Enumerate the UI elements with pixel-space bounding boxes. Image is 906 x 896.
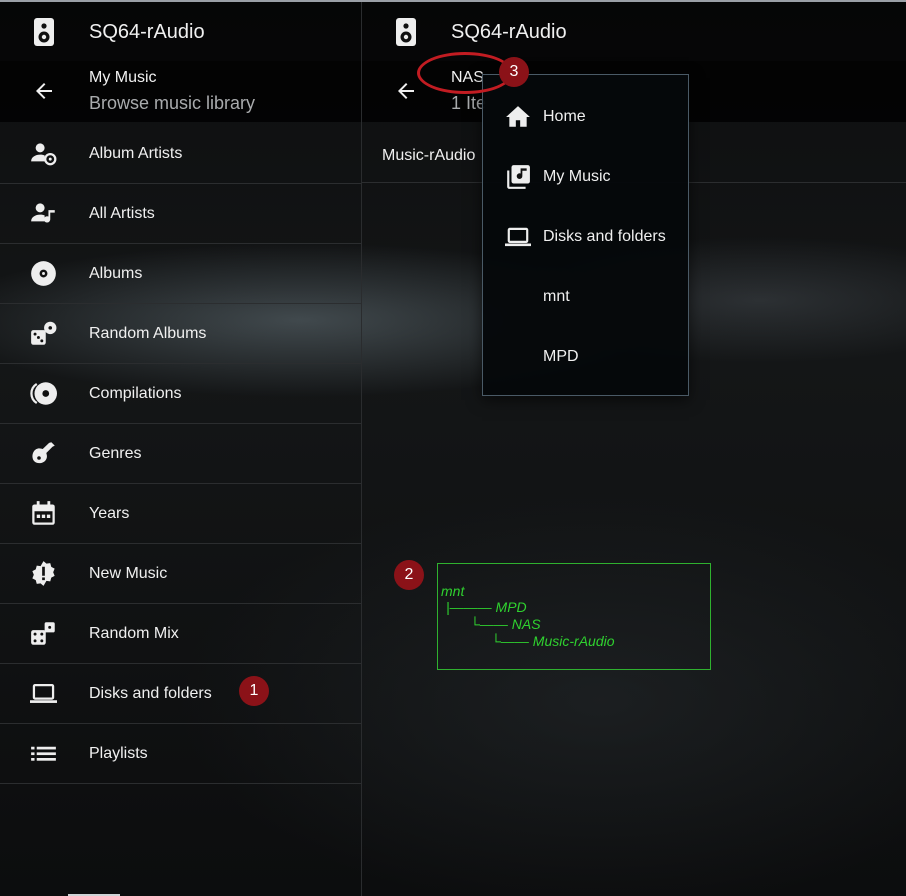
library-item-years[interactable]: Years <box>0 484 361 544</box>
left-titlebar: SQ64-rAudio <box>0 2 361 61</box>
library-item-random-mix[interactable]: Random Mix <box>0 604 361 664</box>
tree-line-mpd: |——— MPD <box>446 599 527 615</box>
annotation-badge-3: 3 <box>499 57 529 87</box>
tree-line-mnt: mnt <box>441 583 465 599</box>
library-item-label: All Artists <box>89 205 155 222</box>
menu-item-label: mnt <box>543 288 570 305</box>
path-dropdown-menu: Home My Music Disks and folders mnt MPD <box>482 74 689 396</box>
new-badge-icon <box>32 561 55 586</box>
menu-item-mnt[interactable]: mnt <box>483 267 688 327</box>
home-icon <box>506 106 530 127</box>
app-title: SQ64-rAudio <box>89 21 205 43</box>
library-item-label: Genres <box>89 445 142 462</box>
back-arrow-icon[interactable] <box>393 79 419 103</box>
tree-line-nas: └—— NAS <box>470 616 541 632</box>
guitar-icon <box>32 442 55 464</box>
library-item-album-artists[interactable]: Album Artists <box>0 124 361 184</box>
menu-item-home[interactable]: Home <box>483 87 688 147</box>
library-item-label: Years <box>89 505 130 522</box>
menu-item-label: My Music <box>543 168 611 185</box>
back-arrow-icon[interactable] <box>31 79 57 103</box>
annotation-badge-2: 2 <box>394 560 424 590</box>
menu-item-label: MPD <box>543 348 579 365</box>
list-icon <box>31 746 56 761</box>
library-item-genres[interactable]: Genres <box>0 424 361 484</box>
library-item-label: Compilations <box>89 385 182 402</box>
annotation-badge-1: 1 <box>239 676 269 706</box>
library-item-label: Random Mix <box>89 625 179 642</box>
menu-item-label: Home <box>543 108 586 125</box>
right-titlebar: SQ64-rAudio <box>362 2 906 61</box>
library-item-label: Playlists <box>89 745 148 762</box>
library-item-label: New Music <box>89 565 168 582</box>
library-item-playlists[interactable]: Playlists <box>0 724 361 784</box>
speaker-icon[interactable] <box>394 17 418 47</box>
subheader-title: My Music <box>89 69 157 86</box>
menu-item-mpd[interactable]: MPD <box>483 327 688 387</box>
menu-item-my-music[interactable]: My Music <box>483 147 688 207</box>
library-item-label: Album Artists <box>89 145 183 162</box>
left-subheader: My Music Browse music library <box>0 61 361 122</box>
library-list: Album Artists All Artists Albums Random … <box>0 124 361 784</box>
menu-item-disks-and-folders[interactable]: Disks and folders <box>483 207 688 267</box>
app-title: SQ64-rAudio <box>451 21 567 43</box>
library-item-all-artists[interactable]: All Artists <box>0 184 361 244</box>
random-albums-icon <box>31 321 57 345</box>
album-disc-icon <box>31 261 56 286</box>
library-item-label: Disks and folders <box>89 685 212 702</box>
library-item-albums[interactable]: Albums <box>0 244 361 304</box>
compilations-icon <box>30 382 57 405</box>
laptop-icon <box>30 683 57 703</box>
menu-item-label: Disks and folders <box>543 228 666 245</box>
folder-tree-annotation: mnt |——— MPD └—— NAS └—— Music-rAudio <box>437 563 711 670</box>
subheader-subtitle: Browse music library <box>89 93 256 113</box>
item-count: 1 Ite <box>451 93 487 113</box>
music-library-icon <box>507 165 530 189</box>
album-artists-icon <box>31 143 57 166</box>
laptop-icon <box>505 227 531 247</box>
all-artists-icon <box>31 203 55 223</box>
folder-item-music-raudio[interactable]: Music-rAudio <box>382 147 475 165</box>
library-item-new-music[interactable]: New Music <box>0 544 361 604</box>
library-item-label: Albums <box>89 265 143 282</box>
library-item-disks-and-folders[interactable]: Disks and folders <box>0 664 361 724</box>
calendar-icon <box>32 501 55 525</box>
left-pane: SQ64-rAudio My Music Browse music librar… <box>0 2 362 896</box>
speaker-icon[interactable] <box>32 17 56 47</box>
dice-icon <box>31 622 55 645</box>
library-item-label: Random Albums <box>89 325 207 342</box>
tree-line-music-raudio: └—— Music-rAudio <box>491 633 615 649</box>
library-item-random-albums[interactable]: Random Albums <box>0 304 361 364</box>
library-item-compilations[interactable]: Compilations <box>0 364 361 424</box>
